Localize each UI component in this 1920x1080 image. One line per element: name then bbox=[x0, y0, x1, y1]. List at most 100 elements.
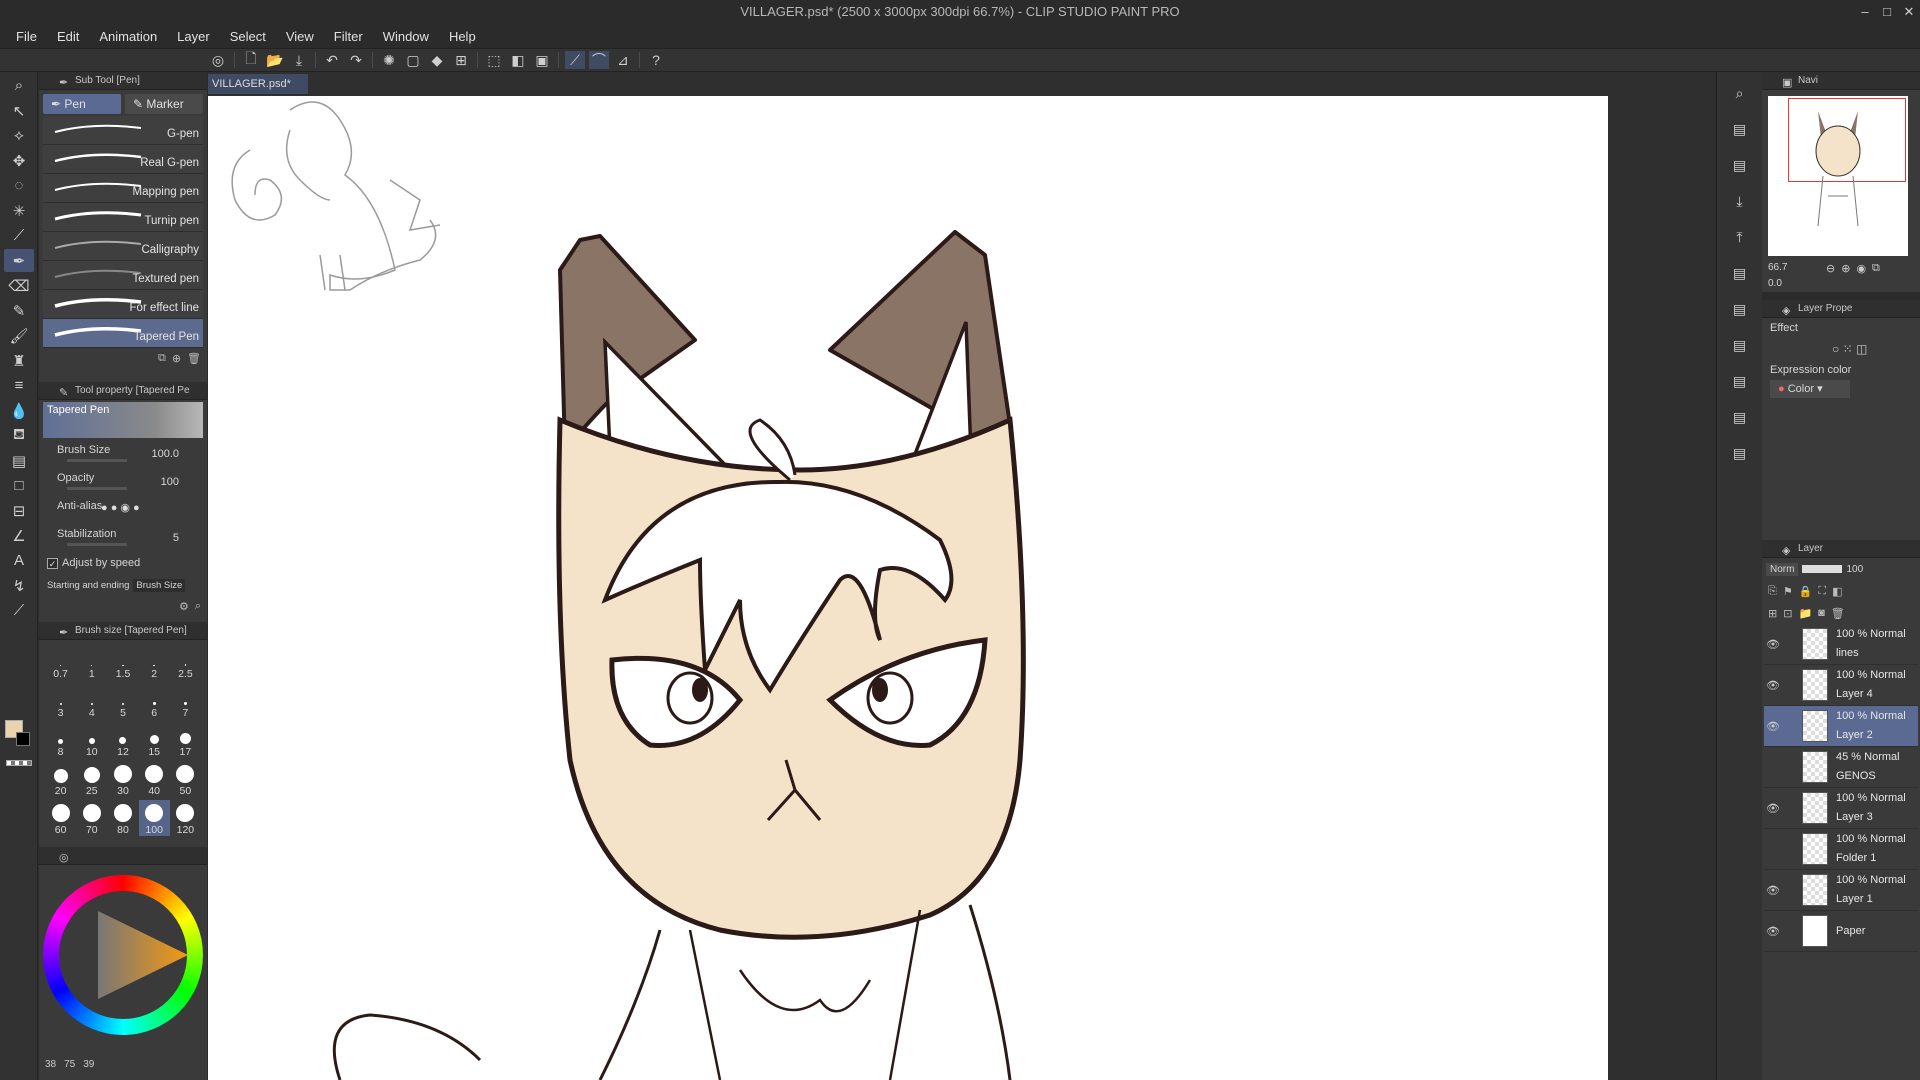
menu-help[interactable]: Help bbox=[449, 29, 476, 44]
hue-ring[interactable] bbox=[43, 875, 203, 1035]
pencil-icon[interactable]: ✎ bbox=[4, 299, 34, 322]
actual-size-icon[interactable]: ⧉ bbox=[1872, 262, 1880, 275]
decoration-icon[interactable]: ≡ bbox=[4, 374, 34, 397]
border-effect-icon[interactable]: ○ bbox=[1832, 342, 1839, 356]
brush-tapered-pen[interactable]: Tapered Pen bbox=[43, 319, 203, 348]
brush-size-cell[interactable]: 1 bbox=[76, 644, 107, 680]
menu-edit[interactable]: Edit bbox=[57, 29, 79, 44]
snap-special-ruler-icon[interactable]: ⌒ bbox=[589, 51, 609, 69]
brush-size-cell[interactable]: 12 bbox=[107, 722, 138, 758]
brush-size-cell[interactable]: 60 bbox=[45, 800, 76, 836]
adjust-speed-checkbox[interactable]: ✓ bbox=[47, 557, 58, 569]
document-tab[interactable]: VILLAGER.psd* × bbox=[208, 74, 308, 110]
zoom-out-icon[interactable]: ⊖ bbox=[1826, 262, 1835, 275]
deselect-icon[interactable]: ⬚ bbox=[484, 51, 504, 69]
layer-row[interactable]: 45 % Normal GENOS bbox=[1764, 747, 1918, 788]
open-file-icon[interactable]: 📂 bbox=[265, 51, 285, 69]
material-icon[interactable]: ▤ bbox=[1725, 294, 1755, 324]
drawing-canvas[interactable] bbox=[208, 96, 1608, 1080]
invert-selection-icon[interactable]: ◧ bbox=[508, 51, 528, 69]
stabilization-slider[interactable] bbox=[67, 543, 127, 546]
brush-size-cell[interactable]: 7 bbox=[170, 683, 201, 719]
visibility-eye-icon[interactable]: 👁 bbox=[1764, 679, 1782, 692]
layer-opacity-value[interactable]: 100 bbox=[1846, 564, 1863, 575]
stabilization-value[interactable]: 5 bbox=[173, 532, 179, 544]
snap-grid-icon[interactable]: ⊿ bbox=[613, 51, 633, 69]
tab-marker[interactable]: ✎ Marker bbox=[125, 94, 203, 114]
menu-file[interactable]: File bbox=[16, 29, 37, 44]
material-icon[interactable]: ▤ bbox=[1725, 150, 1755, 180]
tone-effect-icon[interactable]: ⁙ bbox=[1843, 342, 1853, 356]
brush-size-slider[interactable] bbox=[67, 459, 127, 462]
lock-icon[interactable]: 🔒 bbox=[1799, 585, 1813, 598]
search-icon[interactable]: ⌕ bbox=[1725, 78, 1755, 108]
angle-value[interactable]: 0.0 bbox=[1768, 278, 1782, 289]
layer-row[interactable]: 👁 100 % Normal Layer 2 bbox=[1764, 706, 1918, 747]
clip-layer-icon[interactable]: ⎘ bbox=[1768, 585, 1777, 598]
download-icon[interactable]: ⤓ bbox=[1725, 186, 1755, 216]
eyedropper-icon[interactable]: ⟋ bbox=[4, 224, 34, 247]
brush-size-cell[interactable]: 2 bbox=[139, 644, 170, 680]
save-icon[interactable]: ⤓ bbox=[289, 51, 309, 69]
opacity-value[interactable]: 100 bbox=[161, 476, 179, 488]
brush-textured-pen[interactable]: Textured pen bbox=[43, 261, 203, 290]
visibility-eye-icon[interactable]: 👁 bbox=[1764, 720, 1782, 733]
new-subtool-icon[interactable]: ⊕ bbox=[172, 352, 181, 365]
minimize-button[interactable]: – bbox=[1854, 0, 1876, 24]
brush-calligraphy[interactable]: Calligraphy bbox=[43, 232, 203, 261]
brush-size-cell[interactable]: 40 bbox=[139, 761, 170, 797]
pen-icon[interactable]: ✒ bbox=[4, 249, 34, 272]
brush-size-cell[interactable]: 4 bbox=[76, 683, 107, 719]
maximize-button[interactable]: □ bbox=[1876, 0, 1898, 24]
adjust-speed-row[interactable]: ✓ Adjust by speed bbox=[43, 552, 203, 574]
brush-size-cell[interactable]: 80 bbox=[107, 800, 138, 836]
visibility-eye-icon[interactable]: 👁 bbox=[1764, 802, 1782, 815]
layer-mask-icon[interactable]: ◙ bbox=[1818, 607, 1825, 619]
brush-size-row[interactable]: Brush Size 100.0 bbox=[43, 440, 203, 468]
ruler-icon[interactable]: ∠ bbox=[4, 524, 34, 547]
brush-size-cell[interactable]: 8 bbox=[45, 722, 76, 758]
menu-window[interactable]: Window bbox=[383, 29, 429, 44]
stabilization-row[interactable]: Stabilization 5 bbox=[43, 524, 203, 552]
copy-subtool-icon[interactable]: ⧉ bbox=[158, 352, 166, 365]
snap-ruler-icon[interactable]: ⟋ bbox=[565, 51, 585, 69]
brush-turnip-pen[interactable]: Turnip pen bbox=[43, 203, 203, 232]
redo-icon[interactable]: ↷ bbox=[346, 51, 366, 69]
wrench-icon[interactable]: ⚙ bbox=[179, 600, 189, 613]
brush-size-cell[interactable]: 20 bbox=[45, 761, 76, 797]
brush-size-cell[interactable]: 100 bbox=[138, 800, 170, 836]
new-file-icon[interactable]: 🗋 bbox=[241, 50, 261, 69]
brush-g-pen[interactable]: G-pen bbox=[43, 116, 203, 145]
blend-icon[interactable]: 💧 bbox=[4, 399, 34, 422]
balloon-icon[interactable]: ↯ bbox=[4, 574, 34, 597]
brush-icon[interactable]: 🖌 bbox=[4, 324, 34, 347]
visibility-eye-icon[interactable]: 👁 bbox=[1764, 884, 1782, 897]
reference-layer-icon[interactable]: ⚑ bbox=[1783, 585, 1793, 598]
eraser-icon[interactable]: ⌫ bbox=[4, 274, 34, 297]
layer-opacity-slider[interactable] bbox=[1802, 565, 1843, 573]
antialias-row[interactable]: Anti-alias ● ● ◉ ● bbox=[43, 496, 203, 524]
menu-view[interactable]: View bbox=[286, 29, 314, 44]
new-vector-layer-icon[interactable]: ⊡ bbox=[1783, 607, 1792, 620]
delete-subtool-icon[interactable]: 🗑 bbox=[187, 352, 201, 365]
material-icon[interactable]: ▤ bbox=[1725, 258, 1755, 288]
transparent-color-swatch[interactable] bbox=[6, 760, 32, 766]
delete-layer-icon[interactable]: 🗑 bbox=[1831, 607, 1845, 620]
layer-row[interactable]: 👁 100 % Normal Layer 4 bbox=[1764, 665, 1918, 706]
brush-size-cell[interactable]: 3 bbox=[45, 683, 76, 719]
visibility-eye-icon[interactable]: 👁 bbox=[1764, 638, 1782, 651]
close-button[interactable]: ✕ bbox=[1898, 0, 1920, 24]
brush-size-value[interactable]: 100.0 bbox=[151, 448, 179, 460]
material-icon[interactable]: ▤ bbox=[1725, 438, 1755, 468]
start-end-row[interactable]: Starting and ending Brush Size bbox=[43, 574, 203, 596]
brush-size-cell[interactable]: 0.7 bbox=[45, 644, 76, 680]
brush-size-cell[interactable]: 6 bbox=[139, 683, 170, 719]
material-icon[interactable]: ▤ bbox=[1725, 330, 1755, 360]
correct-line-icon[interactable]: ⟋ bbox=[4, 599, 34, 622]
menu-select[interactable]: Select bbox=[230, 29, 266, 44]
brush-size-cell[interactable]: 120 bbox=[170, 800, 201, 836]
help-icon[interactable]: ? bbox=[646, 51, 666, 69]
opacity-row[interactable]: Opacity 100 bbox=[43, 468, 203, 496]
lasso-icon[interactable]: ◌ bbox=[4, 174, 34, 197]
menu-filter[interactable]: Filter bbox=[334, 29, 363, 44]
